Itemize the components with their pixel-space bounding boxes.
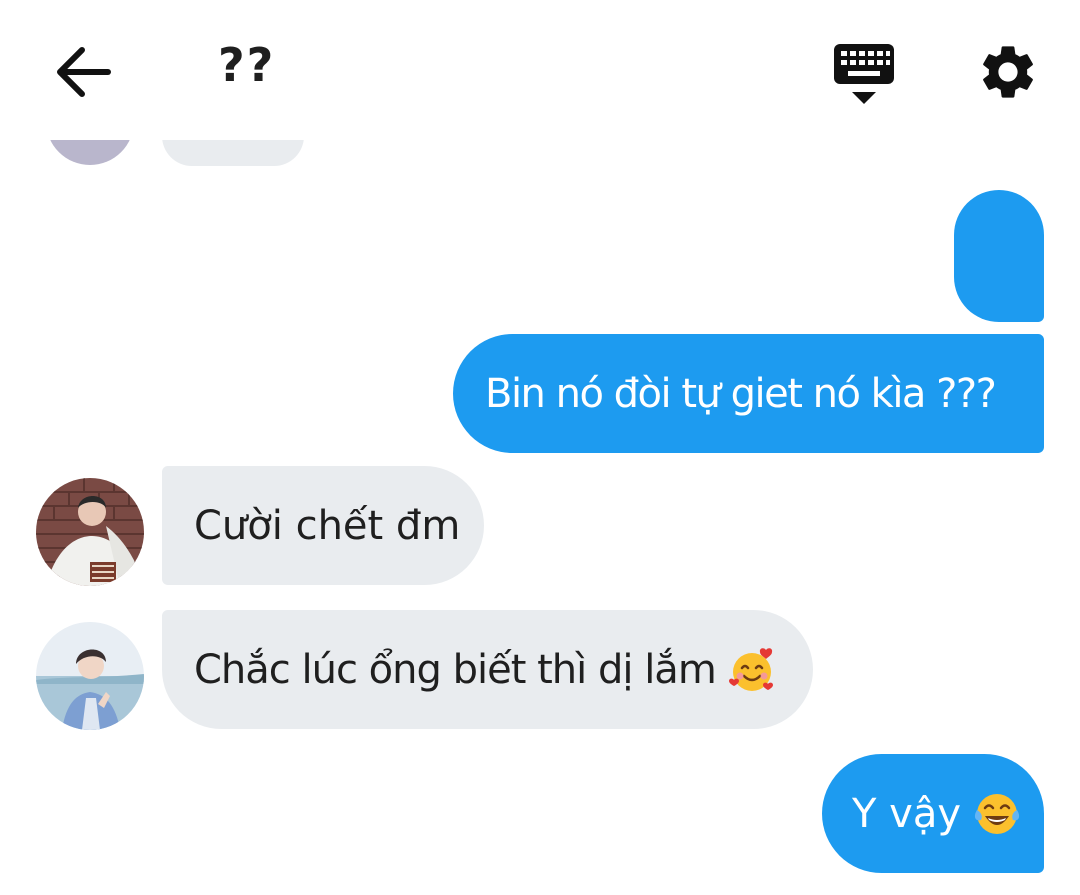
face-with-tears-of-joy-icon (974, 793, 1020, 834)
message-text: Cười chết đm (194, 502, 461, 549)
gear-icon (983, 46, 1033, 98)
back-button[interactable] (52, 42, 116, 102)
incoming-message-bubble[interactable]: Chắc lúc ổng biết thì dị lắm (162, 610, 813, 729)
message-text: Y vậy (852, 790, 962, 837)
keyboard-hide-icon (834, 44, 894, 104)
arrow-left-icon (57, 47, 111, 97)
incoming-message-bubble[interactable]: Cười chết đm (162, 466, 484, 585)
outgoing-message-bubble[interactable]: Y vậy (822, 754, 1044, 873)
chat-header: ?? (0, 0, 1080, 140)
sender-avatar[interactable] (36, 622, 144, 730)
chat-screen: ?? Bin nó đòi tự giet nó kìa ??? Cười ch… (0, 0, 1080, 895)
message-text: Chắc lúc ổng biết thì dị lắm (194, 646, 717, 693)
avatar-brick-wall-icon (36, 478, 144, 586)
keyboard-hide-button[interactable] (830, 42, 898, 108)
sender-avatar[interactable] (36, 478, 144, 586)
chat-title: ?? (218, 38, 276, 92)
settings-button[interactable] (976, 40, 1040, 104)
smiling-face-with-hearts-icon (728, 647, 773, 691)
outgoing-message-bubble[interactable] (954, 190, 1044, 322)
message-text: Bin nó đòi tự giet nó kìa ??? (485, 370, 997, 417)
outgoing-message-bubble[interactable]: Bin nó đòi tự giet nó kìa ??? (453, 334, 1044, 453)
avatar-beach-icon (36, 622, 144, 730)
